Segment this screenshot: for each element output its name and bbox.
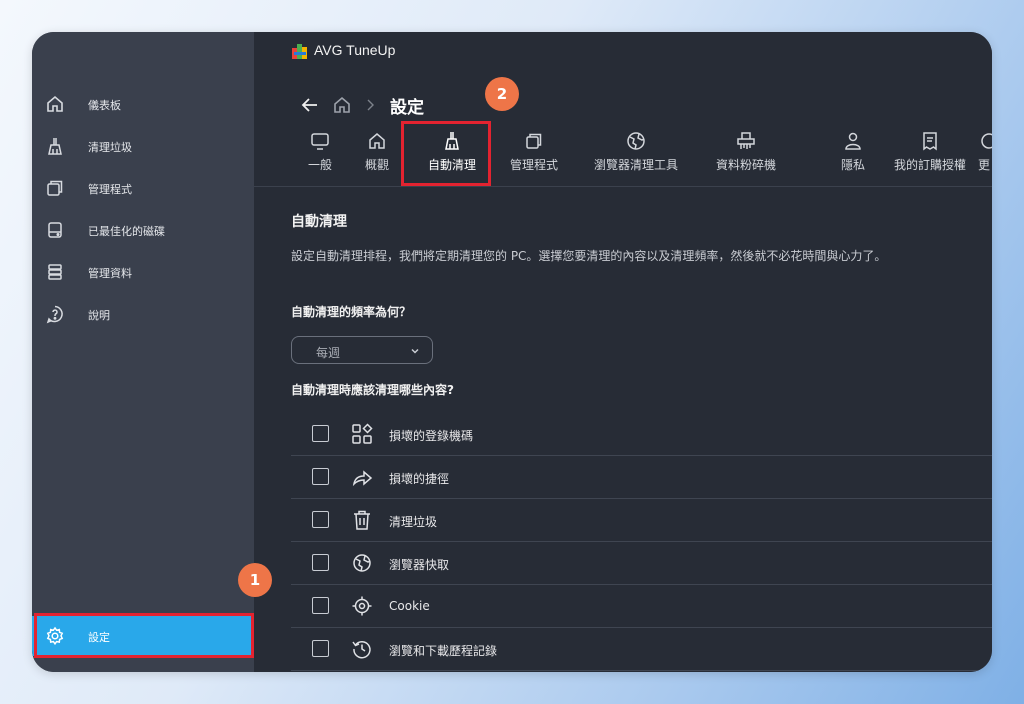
tab-general[interactable]: 一般: [301, 122, 339, 182]
section-title: 自動清理: [291, 214, 347, 230]
list-item: 損壞的捷徑: [291, 456, 992, 499]
home-icon: [45, 94, 65, 114]
sidebar: 儀表板 清理垃圾 管理程式 已最佳化的磁碟 管理資料 說明 設定: [32, 32, 254, 672]
items-question: 自動清理時應該清理哪些內容?: [291, 383, 454, 397]
disk-icon: [45, 220, 65, 240]
checkbox[interactable]: [312, 468, 329, 485]
list-item-label: 瀏覽器快取: [389, 558, 450, 572]
shortcut-arrow-icon: [351, 466, 373, 488]
tab-label: 概觀: [364, 158, 389, 172]
section-description: 設定自動清理排程，我們將定期清理您的 PC。選擇您要清理的內容以及清理頻率，然後…: [291, 249, 887, 263]
list-item-label: 損壞的登錄機碼: [389, 429, 474, 443]
tab-browser-cleaner[interactable]: 瀏覽器清理工具: [585, 122, 687, 182]
back-arrow-icon[interactable]: [300, 92, 320, 118]
list-item-label: 清理垃圾: [389, 515, 438, 529]
tab-label: 瀏覽器清理工具: [593, 158, 678, 172]
checkbox[interactable]: [312, 425, 329, 442]
target-icon: [351, 595, 373, 617]
person-icon: [842, 130, 864, 152]
highlight-settings-box: [34, 613, 254, 658]
sidebar-item-help[interactable]: 說明: [32, 294, 254, 334]
highlight-auto-clean-tab-box: [401, 121, 491, 186]
tab-privacy[interactable]: 隱私: [836, 122, 870, 182]
home-breadcrumb-icon[interactable]: [332, 92, 352, 118]
tab-label: 管理程式: [509, 158, 558, 172]
sidebar-item-label: 管理程式: [88, 183, 132, 196]
sidebar-item-optimized-disk[interactable]: 已最佳化的磁碟: [32, 210, 254, 250]
chevron-down-icon: [410, 346, 420, 356]
step-badge-1: 1: [238, 563, 272, 597]
list-item-label: 損壞的捷徑: [389, 472, 450, 486]
list-item-label: Cookie: [389, 599, 430, 613]
checkbox[interactable]: [312, 511, 329, 528]
list-item: 瀏覽器快取: [291, 542, 992, 585]
list-item: Cookie: [291, 585, 992, 628]
sidebar-item-manage-data[interactable]: 管理資料: [32, 252, 254, 292]
checkbox[interactable]: [312, 640, 329, 657]
database-icon: [45, 262, 65, 282]
list-item: 清理垃圾: [291, 499, 992, 542]
trash-icon: [351, 509, 373, 531]
list-item: 瀏覽和下載歷程記錄: [291, 628, 992, 671]
list-item: 損壞的登錄機碼: [291, 413, 992, 456]
windows-icon: [523, 130, 545, 152]
sidebar-item-label: 儀表板: [88, 99, 121, 112]
sidebar-item-clean-junk[interactable]: 清理垃圾: [32, 126, 254, 166]
list-item-label: 瀏覽和下載歷程記錄: [389, 644, 498, 658]
broom-icon: [45, 136, 65, 156]
main-panel: AVG TuneUp 設定 一般 概觀 自動清理 管理程式 瀏覽器清理工具 資料…: [254, 32, 992, 672]
monitor-icon: [309, 130, 331, 152]
more-icon: [978, 130, 992, 152]
sidebar-item-dashboard[interactable]: 儀表板: [32, 84, 254, 124]
checkbox[interactable]: [312, 554, 329, 571]
shredder-icon: [735, 130, 757, 152]
frequency-dropdown[interactable]: 每週: [291, 336, 433, 364]
tab-label: 一般: [307, 158, 332, 172]
tab-label: 資料粉碎機: [715, 158, 776, 172]
sidebar-item-label: 說明: [88, 309, 110, 322]
globe-icon: [625, 130, 647, 152]
receipt-icon: [919, 130, 941, 152]
globe-icon: [351, 552, 373, 574]
tab-my-subscription[interactable]: 我的訂購授權: [888, 122, 972, 182]
registry-icon: [351, 423, 373, 445]
tab-more[interactable]: 更: [978, 122, 992, 182]
home-icon: [366, 130, 388, 152]
page-title: 設定: [390, 98, 424, 118]
avg-logo-icon: [291, 42, 309, 60]
step-badge-2: 2: [485, 77, 519, 111]
tab-data-shredder[interactable]: 資料粉碎機: [709, 122, 783, 182]
tab-manage-programs[interactable]: 管理程式: [502, 122, 566, 182]
tab-overview[interactable]: 概觀: [357, 122, 397, 182]
sidebar-item-label: 已最佳化的磁碟: [88, 225, 165, 238]
settings-tabs: 一般 概觀 自動清理 管理程式 瀏覽器清理工具 資料粉碎機 隱私 我的訂購授權 …: [254, 122, 992, 187]
windows-icon: [45, 178, 65, 198]
history-icon: [351, 638, 373, 660]
sidebar-item-label: 清理垃圾: [88, 141, 132, 154]
sidebar-item-manage-programs[interactable]: 管理程式: [32, 168, 254, 208]
frequency-question: 自動清理的頻率為何？: [291, 305, 412, 319]
frequency-value: 每週: [316, 346, 341, 360]
tab-label: 更: [978, 158, 991, 172]
app-title: AVG TuneUp: [314, 42, 396, 58]
sidebar-item-label: 管理資料: [88, 267, 132, 280]
app-window: 儀表板 清理垃圾 管理程式 已最佳化的磁碟 管理資料 說明 設定 AVG Tun…: [32, 32, 992, 672]
title-bar: AVG TuneUp: [254, 32, 992, 70]
tab-label: 我的訂購授權: [893, 158, 966, 172]
help-icon: [45, 304, 65, 324]
chevron-right-icon: [364, 92, 376, 118]
tab-label: 隱私: [840, 158, 865, 172]
checkbox[interactable]: [312, 597, 329, 614]
